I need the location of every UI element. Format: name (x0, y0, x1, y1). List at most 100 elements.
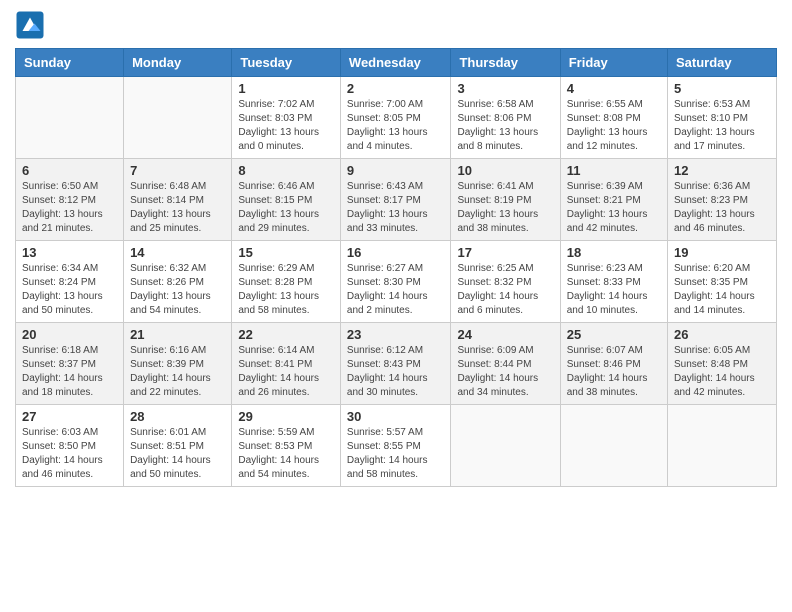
day-info: Sunrise: 6:07 AM Sunset: 8:46 PM Dayligh… (567, 344, 661, 400)
header (15, 10, 777, 40)
day-number: 1 (238, 81, 334, 96)
calendar-cell (451, 405, 560, 487)
day-number: 4 (567, 81, 661, 96)
day-number: 25 (567, 327, 661, 342)
weekday-header-row: SundayMondayTuesdayWednesdayThursdayFrid… (16, 49, 777, 77)
calendar-cell: 24 Sunrise: 6:09 AM Sunset: 8:44 PM Dayli… (451, 323, 560, 405)
day-info: Sunrise: 5:59 AM Sunset: 8:53 PM Dayligh… (238, 426, 334, 482)
calendar-cell: 1 Sunrise: 7:02 AM Sunset: 8:03 PM Daylig… (232, 77, 341, 159)
weekday-header-saturday: Saturday (668, 49, 777, 77)
calendar-cell: 17 Sunrise: 6:25 AM Sunset: 8:32 PM Dayli… (451, 241, 560, 323)
day-info: Sunrise: 6:25 AM Sunset: 8:32 PM Dayligh… (457, 262, 553, 318)
day-info: Sunrise: 6:16 AM Sunset: 8:39 PM Dayligh… (130, 344, 225, 400)
calendar-cell: 4Sunrise: 6:55 AM Sunset: 8:08 PM Daylig… (560, 77, 667, 159)
day-number: 20 (22, 327, 117, 342)
calendar-cell (668, 405, 777, 487)
day-number: 3 (457, 81, 553, 96)
day-number: 10 (457, 163, 553, 178)
calendar-table: SundayMondayTuesdayWednesdayThursdayFrid… (15, 48, 777, 487)
day-number: 8 (238, 163, 334, 178)
day-number: 18 (567, 245, 661, 260)
day-number: 6 (22, 163, 117, 178)
logo-icon (15, 10, 45, 40)
day-number: 27 (22, 409, 117, 424)
day-number: 12 (674, 163, 770, 178)
day-info: Sunrise: 6:32 AM Sunset: 8:26 PM Dayligh… (130, 262, 225, 318)
calendar-cell: 22 Sunrise: 6:14 AM Sunset: 8:41 PM Dayli… (232, 323, 341, 405)
calendar-cell: 7Sunrise: 6:48 AM Sunset: 8:14 PM Daylig… (124, 159, 232, 241)
calendar-cell: 29 Sunrise: 5:59 AM Sunset: 8:53 PM Dayli… (232, 405, 341, 487)
calendar-cell: 23 Sunrise: 6:12 AM Sunset: 8:43 PM Dayli… (340, 323, 451, 405)
weekday-header-tuesday: Tuesday (232, 49, 341, 77)
calendar-cell: 6 Sunrise: 6:50 AM Sunset: 8:12 PM Daylig… (16, 159, 124, 241)
day-number: 22 (238, 327, 334, 342)
day-number: 28 (130, 409, 225, 424)
logo (15, 10, 47, 40)
day-info: Sunrise: 6:05 AM Sunset: 8:48 PM Dayligh… (674, 344, 770, 400)
day-number: 5 (674, 81, 770, 96)
day-number: 15 (238, 245, 334, 260)
day-info: Sunrise: 6:23 AM Sunset: 8:33 PM Dayligh… (567, 262, 661, 318)
day-info: Sunrise: 6:12 AM Sunset: 8:43 PM Dayligh… (347, 344, 445, 400)
day-info: Sunrise: 6:58 AM Sunset: 8:06 PM Dayligh… (457, 98, 553, 154)
day-info: Sunrise: 6:29 AM Sunset: 8:28 PM Dayligh… (238, 262, 334, 318)
calendar-cell (16, 77, 124, 159)
calendar-cell: 12 Sunrise: 6:36 AM Sunset: 8:23 PM Dayli… (668, 159, 777, 241)
day-number: 17 (457, 245, 553, 260)
weekday-header-wednesday: Wednesday (340, 49, 451, 77)
calendar-cell: 27Sunrise: 6:03 AM Sunset: 8:50 PM Dayli… (16, 405, 124, 487)
day-number: 2 (347, 81, 445, 96)
calendar-cell: 26Sunrise: 6:05 AM Sunset: 8:48 PM Dayli… (668, 323, 777, 405)
day-info: Sunrise: 6:48 AM Sunset: 8:14 PM Dayligh… (130, 180, 225, 236)
day-info: Sunrise: 6:09 AM Sunset: 8:44 PM Dayligh… (457, 344, 553, 400)
calendar-cell: 25 Sunrise: 6:07 AM Sunset: 8:46 PM Dayli… (560, 323, 667, 405)
day-number: 23 (347, 327, 445, 342)
day-info: Sunrise: 7:02 AM Sunset: 8:03 PM Dayligh… (238, 98, 334, 154)
day-number: 24 (457, 327, 553, 342)
calendar-cell: 30 Sunrise: 5:57 AM Sunset: 8:55 PM Dayli… (340, 405, 451, 487)
day-number: 21 (130, 327, 225, 342)
calendar-cell: 2 Sunrise: 7:00 AM Sunset: 8:05 PM Daylig… (340, 77, 451, 159)
calendar-cell: 13Sunrise: 6:34 AM Sunset: 8:24 PM Dayli… (16, 241, 124, 323)
calendar-cell: 20 Sunrise: 6:18 AM Sunset: 8:37 PM Dayli… (16, 323, 124, 405)
calendar-cell: 9 Sunrise: 6:43 AM Sunset: 8:17 PM Daylig… (340, 159, 451, 241)
day-number: 29 (238, 409, 334, 424)
day-number: 19 (674, 245, 770, 260)
day-number: 9 (347, 163, 445, 178)
day-info: Sunrise: 6:41 AM Sunset: 8:19 PM Dayligh… (457, 180, 553, 236)
week-row-1: 1 Sunrise: 7:02 AM Sunset: 8:03 PM Daylig… (16, 77, 777, 159)
day-info: Sunrise: 6:20 AM Sunset: 8:35 PM Dayligh… (674, 262, 770, 318)
calendar-cell (560, 405, 667, 487)
day-info: Sunrise: 6:34 AM Sunset: 8:24 PM Dayligh… (22, 262, 117, 318)
calendar-cell: 28 Sunrise: 6:01 AM Sunset: 8:51 PM Dayli… (124, 405, 232, 487)
weekday-header-friday: Friday (560, 49, 667, 77)
day-info: Sunrise: 7:00 AM Sunset: 8:05 PM Dayligh… (347, 98, 445, 154)
day-number: 30 (347, 409, 445, 424)
day-info: Sunrise: 6:14 AM Sunset: 8:41 PM Dayligh… (238, 344, 334, 400)
calendar-cell: 10 Sunrise: 6:41 AM Sunset: 8:19 PM Dayli… (451, 159, 560, 241)
weekday-header-monday: Monday (124, 49, 232, 77)
day-number: 11 (567, 163, 661, 178)
day-info: Sunrise: 6:39 AM Sunset: 8:21 PM Dayligh… (567, 180, 661, 236)
calendar-cell: 15 Sunrise: 6:29 AM Sunset: 8:28 PM Dayli… (232, 241, 341, 323)
calendar-cell: 11 Sunrise: 6:39 AM Sunset: 8:21 PM Dayli… (560, 159, 667, 241)
day-info: Sunrise: 6:43 AM Sunset: 8:17 PM Dayligh… (347, 180, 445, 236)
week-row-2: 6 Sunrise: 6:50 AM Sunset: 8:12 PM Daylig… (16, 159, 777, 241)
calendar-cell (124, 77, 232, 159)
day-info: Sunrise: 6:18 AM Sunset: 8:37 PM Dayligh… (22, 344, 117, 400)
day-info: Sunrise: 5:57 AM Sunset: 8:55 PM Dayligh… (347, 426, 445, 482)
week-row-3: 13Sunrise: 6:34 AM Sunset: 8:24 PM Dayli… (16, 241, 777, 323)
day-number: 14 (130, 245, 225, 260)
day-info: Sunrise: 6:53 AM Sunset: 8:10 PM Dayligh… (674, 98, 770, 154)
calendar-cell: 21 Sunrise: 6:16 AM Sunset: 8:39 PM Dayli… (124, 323, 232, 405)
day-info: Sunrise: 6:36 AM Sunset: 8:23 PM Dayligh… (674, 180, 770, 236)
calendar-cell: 16Sunrise: 6:27 AM Sunset: 8:30 PM Dayli… (340, 241, 451, 323)
weekday-header-sunday: Sunday (16, 49, 124, 77)
calendar-cell: 14 Sunrise: 6:32 AM Sunset: 8:26 PM Dayli… (124, 241, 232, 323)
week-row-5: 27Sunrise: 6:03 AM Sunset: 8:50 PM Dayli… (16, 405, 777, 487)
week-row-4: 20 Sunrise: 6:18 AM Sunset: 8:37 PM Dayli… (16, 323, 777, 405)
calendar-cell: 19 Sunrise: 6:20 AM Sunset: 8:35 PM Dayli… (668, 241, 777, 323)
calendar-cell: 3 Sunrise: 6:58 AM Sunset: 8:06 PM Daylig… (451, 77, 560, 159)
day-info: Sunrise: 6:50 AM Sunset: 8:12 PM Dayligh… (22, 180, 117, 236)
day-info: Sunrise: 6:01 AM Sunset: 8:51 PM Dayligh… (130, 426, 225, 482)
